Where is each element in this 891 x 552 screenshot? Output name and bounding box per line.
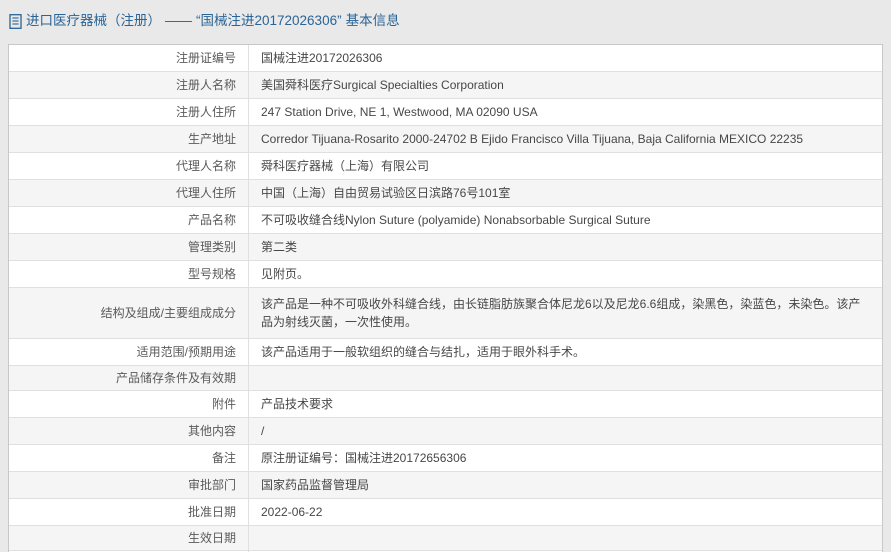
row-label: 管理类别 xyxy=(9,234,249,260)
row-label: 其他内容 xyxy=(9,418,249,444)
row-value: 国械注进20172026306 xyxy=(261,51,383,65)
table-row: 注册人名称 美国舜科医疗Surgical Specialties Corpora… xyxy=(9,71,882,98)
page-title-prefix: 进口医疗器械（注册） xyxy=(26,13,161,28)
row-value: 第二类 xyxy=(261,240,298,254)
table-row: 附件 产品技术要求 xyxy=(9,390,882,417)
table-row: 结构及组成/主要组成成分 该产品是一种不可吸收外科缝合线，由长链脂肪族聚合体尼龙… xyxy=(9,287,882,338)
row-value: 舜科医疗器械（上海）有限公司 xyxy=(261,159,430,173)
table-row: 生产地址 Corredor Tijuana-Rosarito 2000-2470… xyxy=(9,125,882,152)
page-title-registration-number: “国械注进20172026306” xyxy=(196,13,342,28)
row-label: 产品储存条件及有效期 xyxy=(9,366,249,390)
row-label: 代理人名称 xyxy=(9,153,249,179)
row-value: 该产品适用于一般软组织的缝合与结扎，适用于眼外科手术。 xyxy=(261,345,586,359)
table-row: 型号规格 见附页。 xyxy=(9,260,882,287)
table-row: 审批部门 国家药品监督管理局 xyxy=(9,471,882,498)
table-row: 管理类别 第二类 xyxy=(9,233,882,260)
page-title: 进口医疗器械（注册） —— “国械注进20172026306” 基本信息 xyxy=(9,13,400,29)
row-value: 国家药品监督管理局 xyxy=(261,478,370,492)
table-row: 适用范围/预期用途 该产品适用于一般软组织的缝合与结扎，适用于眼外科手术。 xyxy=(9,338,882,365)
row-value: 原注册证编号：国械注进20172656306 xyxy=(261,451,467,465)
row-label: 批准日期 xyxy=(9,499,249,525)
row-label: 生效日期 xyxy=(9,526,249,550)
table-row: 注册人住所 247 Station Drive, NE 1, Westwood,… xyxy=(9,98,882,125)
row-label: 生产地址 xyxy=(9,126,249,152)
row-label: 附件 xyxy=(9,391,249,417)
row-label: 代理人住所 xyxy=(9,180,249,206)
page-title-separator: —— xyxy=(165,13,192,28)
document-icon xyxy=(9,13,22,29)
page-title-suffix: 基本信息 xyxy=(345,13,400,28)
row-value: 247 Station Drive, NE 1, Westwood, MA 02… xyxy=(261,105,538,119)
row-value xyxy=(249,374,882,382)
page-header: 进口医疗器械（注册） —— “国械注进20172026306” 基本信息 xyxy=(0,0,891,44)
table-row: 产品储存条件及有效期 xyxy=(9,365,882,390)
table-row: 生效日期 xyxy=(9,525,882,550)
row-label: 注册人住所 xyxy=(9,99,249,125)
row-label: 审批部门 xyxy=(9,472,249,498)
table-row: 注册证编号 国械注进20172026306 xyxy=(9,45,882,71)
table-row: 产品名称 不可吸收缝合线Nylon Suture (polyamide) Non… xyxy=(9,206,882,233)
row-value xyxy=(249,534,882,542)
row-label: 型号规格 xyxy=(9,261,249,287)
table-row: 备注 原注册证编号：国械注进20172656306 xyxy=(9,444,882,471)
row-value: 中国（上海）自由贸易试验区日滨路76号101室 xyxy=(261,186,511,200)
row-value: 不可吸收缝合线Nylon Suture (polyamide) Nonabsor… xyxy=(261,213,651,227)
row-label: 产品名称 xyxy=(9,207,249,233)
row-value: 产品技术要求 xyxy=(261,397,334,411)
row-label: 注册人名称 xyxy=(9,72,249,98)
row-value: 见附页。 xyxy=(261,267,310,281)
row-label: 结构及组成/主要组成成分 xyxy=(9,288,249,338)
table-row: 代理人住所 中国（上海）自由贸易试验区日滨路76号101室 xyxy=(9,179,882,206)
table-row: 其他内容 / xyxy=(9,417,882,444)
row-label: 适用范围/预期用途 xyxy=(9,339,249,365)
row-value: 美国舜科医疗Surgical Specialties Corporation xyxy=(261,78,504,92)
row-label: 注册证编号 xyxy=(9,45,249,71)
row-label: 备注 xyxy=(9,445,249,471)
row-value: 该产品是一种不可吸收外科缝合线，由长链脂肪族聚合体尼龙6以及尼龙6.6组成，染黑… xyxy=(261,297,861,329)
row-value: Corredor Tijuana-Rosarito 2000-24702 B E… xyxy=(261,132,804,146)
registration-info-table: 注册证编号 国械注进20172026306 注册人名称 美国舜科医疗Surgic… xyxy=(8,44,883,552)
table-row: 批准日期 2022-06-22 xyxy=(9,498,882,525)
table-row: 代理人名称 舜科医疗器械（上海）有限公司 xyxy=(9,152,882,179)
row-value: / xyxy=(261,424,265,438)
row-value: 2022-06-22 xyxy=(261,505,323,519)
